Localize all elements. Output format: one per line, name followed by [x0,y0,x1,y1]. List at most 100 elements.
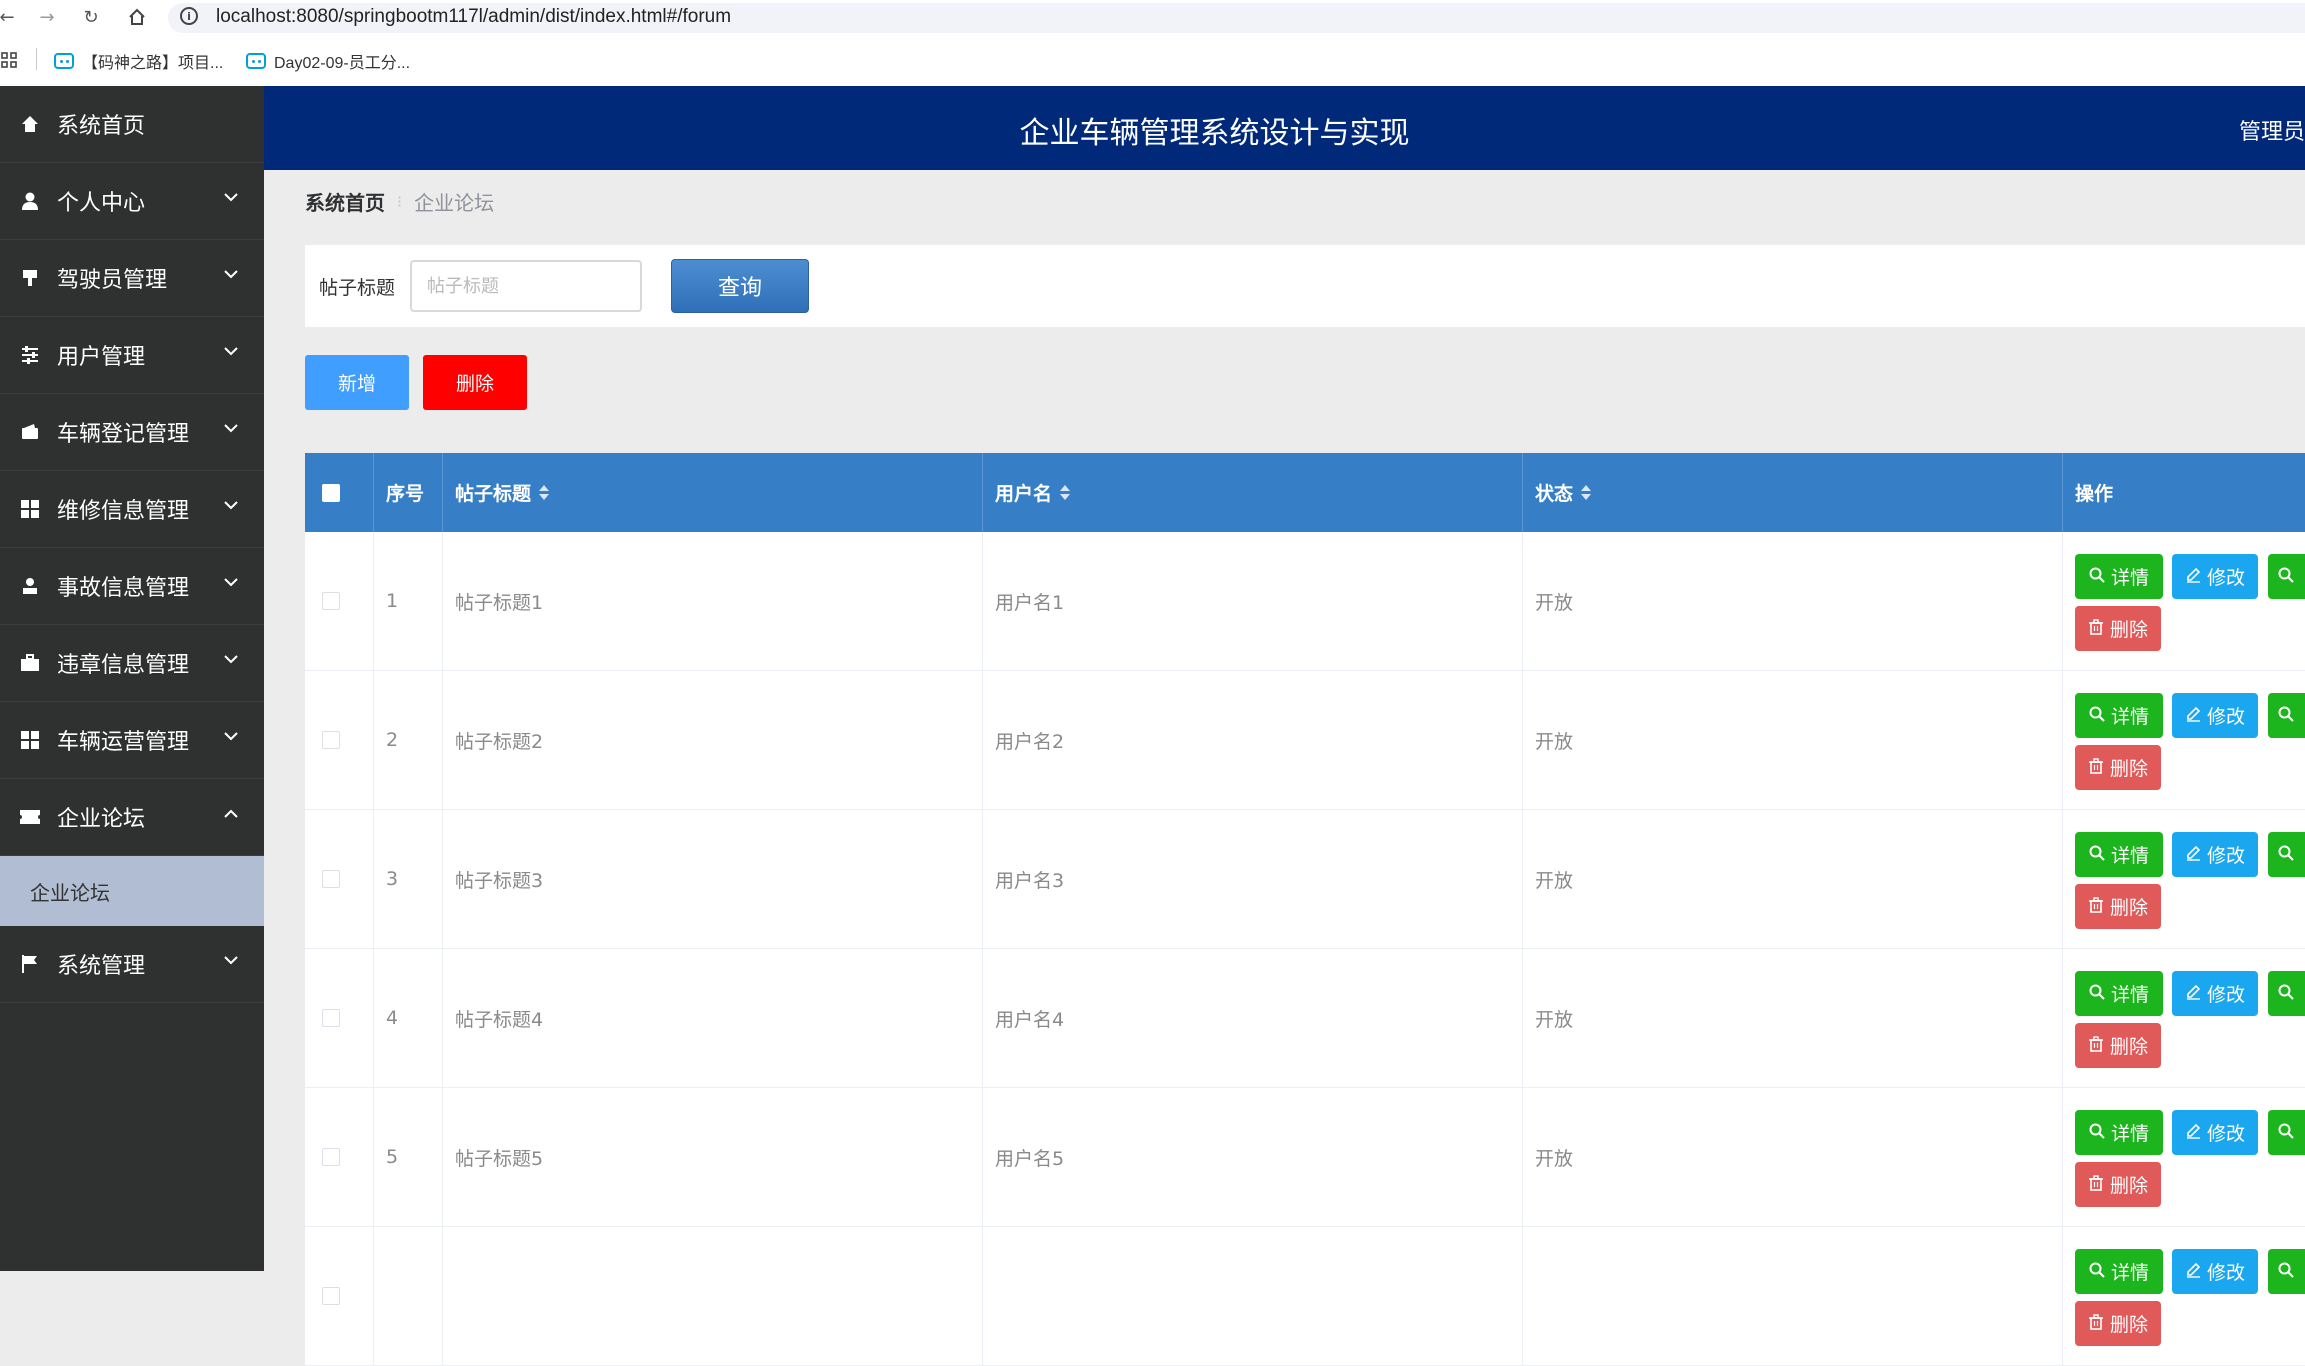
sidebar-item-accidents[interactable]: 事故信息管理 [0,548,264,625]
edit-icon [2185,1122,2201,1144]
row-checkbox[interactable] [322,731,340,749]
cell-status: 开放 [1523,532,2063,670]
edit-button[interactable]: 修改 [2172,554,2258,599]
more-button[interactable] [2268,832,2305,877]
more-button[interactable] [2268,554,2305,599]
breadcrumb-separator: ⁝ [397,192,403,211]
bookmark-1[interactable]: 【码神之路】项目... [54,49,223,73]
edit-button[interactable]: 修改 [2172,1249,2258,1294]
sidebar-item-system[interactable]: 系统管理 [0,926,264,1003]
search-icon [2278,1261,2294,1283]
edit-button[interactable]: 修改 [2172,832,2258,877]
col-header-user[interactable]: 用户名 [983,453,1523,532]
trash-icon [2088,896,2104,918]
back-icon[interactable]: ← [0,4,20,30]
more-button[interactable] [2268,693,2305,738]
detail-button[interactable]: 详情 [2075,1249,2163,1294]
row-select-cell [305,532,374,670]
button-label: 删除 [2109,897,2148,919]
breadcrumb-current: 企业论坛 [414,191,495,215]
app-header: 企业车辆管理系统设计与实现 管理员 [264,86,2305,170]
sidebar-item-label: 车辆运营管理 [57,730,190,755]
detail-button[interactable]: 详情 [2075,971,2163,1016]
detail-button[interactable]: 详情 [2075,832,2163,877]
row-checkbox[interactable] [322,592,340,610]
url-text[interactable]: localhost:8080/springbootm117l/admin/dis… [216,4,731,30]
more-button[interactable] [2268,971,2305,1016]
row-checkbox[interactable] [322,1148,340,1166]
browser-address-bar: ← → ↻ i localhost:8080/springbootm117l/a… [0,0,2305,34]
search-icon [2278,844,2294,866]
brush-icon [19,267,41,289]
button-label: 删除 [2109,1175,2148,1197]
sidebar-item-violations[interactable]: 违章信息管理 [0,625,264,702]
user-name[interactable]: 管理员 [2239,114,2305,146]
site-info-icon[interactable]: i [180,7,198,25]
delete-button[interactable]: 删除 [423,355,527,410]
remove-button[interactable]: 删除 [2075,745,2161,790]
remove-button[interactable]: 删除 [2075,606,2161,651]
sidebar-item-users[interactable]: 用户管理 [0,317,264,394]
detail-button[interactable]: 详情 [2075,1110,2163,1155]
more-button[interactable] [2268,1110,2305,1155]
sort-icon[interactable] [1060,485,1071,500]
sidebar-item-home[interactable]: 系统首页 [0,86,264,163]
forward-icon[interactable]: → [34,4,60,30]
remove-button[interactable]: 删除 [2075,1023,2161,1068]
app-title: 企业车辆管理系统设计与实现 [1019,116,1410,151]
edit-button[interactable]: 修改 [2172,971,2258,1016]
divider [36,48,37,70]
sort-icon[interactable] [1581,485,1592,500]
sidebar: 系统首页 个人中心 驾驶员管理 用户管理 车辆登记管理 维修信息管理 事故信息管… [0,86,264,1271]
col-header-status[interactable]: 状态 [1523,453,2063,532]
column-label: 状态 [1535,483,1574,505]
cell-status [1523,1227,2063,1365]
chevron-down-icon [224,578,238,587]
trash-icon [2088,1313,2104,1335]
remove-button[interactable]: 删除 [2075,1301,2161,1346]
sidebar-item-operations[interactable]: 车辆运营管理 [0,702,264,779]
sidebar-item-drivers[interactable]: 驾驶员管理 [0,240,264,317]
cell-actions: 详情 修改 删除 [2063,671,2305,809]
sidebar-item-forum[interactable]: 企业论坛 [0,779,264,856]
cell-actions: 详情 修改 删除 [2063,532,2305,670]
reload-icon[interactable]: ↻ [78,4,104,30]
add-button[interactable]: 新增 [305,355,409,410]
search-button[interactable]: 查询 [671,259,809,313]
apps-grid-icon[interactable] [0,47,22,73]
more-button[interactable] [2268,1249,2305,1294]
sort-icon[interactable] [539,485,550,500]
bookmark-2[interactable]: Day02-09-员工分... [246,49,410,73]
select-all-cell [305,453,374,532]
col-header-title[interactable]: 帖子标题 [443,453,983,532]
sidebar-subitem-forum[interactable]: 企业论坛 [0,856,264,926]
breadcrumb-home[interactable]: 系统首页 [305,187,385,216]
home-icon [19,113,41,135]
cell-no: 3 [374,810,443,948]
sidebar-item-maintenance[interactable]: 维修信息管理 [0,471,264,548]
sidebar-item-label: 车辆登记管理 [57,422,190,447]
bilibili-icon [54,53,74,69]
cell-no: 1 [374,532,443,670]
cell-title: 帖子标题2 [443,671,983,809]
select-all-checkbox[interactable] [322,483,340,502]
remove-button[interactable]: 删除 [2075,1162,2161,1207]
row-checkbox[interactable] [322,870,340,888]
forum-table: 序号 帖子标题 用户名 状态 操作 1 帖子标题1 用户名1 开放 详情 修改 删除 2 帖子标… [305,453,2305,1366]
remove-button[interactable]: 删除 [2075,884,2161,929]
row-checkbox[interactable] [322,1009,340,1027]
home-icon[interactable] [124,4,150,30]
detail-button[interactable]: 详情 [2075,693,2163,738]
flag-icon [19,953,41,975]
sidebar-item-vehicle-registration[interactable]: 车辆登记管理 [0,394,264,471]
edit-button[interactable]: 修改 [2172,693,2258,738]
button-label: 修改 [2206,1262,2245,1284]
edit-button[interactable]: 修改 [2172,1110,2258,1155]
row-checkbox[interactable] [322,1287,340,1305]
detail-button[interactable]: 详情 [2075,554,2163,599]
sidebar-item-label: 系统首页 [57,114,146,139]
sidebar-item-personal[interactable]: 个人中心 [0,163,264,240]
table-row: 1 帖子标题1 用户名1 开放 详情 修改 删除 [305,532,2305,671]
search-input[interactable] [410,260,642,312]
chevron-down-icon [224,424,238,433]
